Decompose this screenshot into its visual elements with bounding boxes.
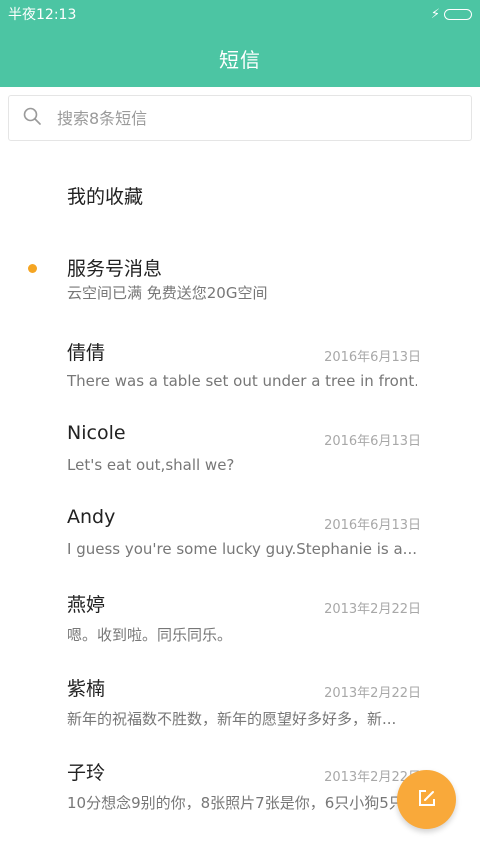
- search-icon: [23, 107, 41, 129]
- conversation-name: 紫楠: [67, 678, 106, 700]
- list-item-service-messages[interactable]: 服务号消息 云空间已满 免费送您20G空间: [0, 238, 480, 322]
- conversation-name: Andy: [67, 506, 116, 528]
- conversation-name: 服务号消息: [67, 258, 163, 280]
- conversation-name: 子玲: [67, 762, 106, 784]
- battery-icon: [444, 8, 472, 20]
- app-header: 半夜12:13 ⚡︎ 短信: [0, 0, 480, 87]
- status-icons: ⚡︎: [431, 8, 472, 21]
- conversation-preview: 嗯。收到啦。同乐同乐。: [67, 626, 233, 644]
- conversation-date: 2016年6月13日: [324, 518, 421, 533]
- conversation-name: Nicole: [67, 422, 126, 444]
- list-item[interactable]: Andy 2016年6月13日 I guess you're some luck…: [0, 490, 480, 574]
- conversation-name: 我的收藏: [67, 186, 144, 208]
- page-title: 短信: [219, 48, 261, 72]
- conversation-date: 2016年6月13日: [324, 434, 421, 449]
- conversation-name: 燕婷: [67, 594, 106, 616]
- search-input[interactable]: [55, 107, 439, 129]
- list-item[interactable]: Nicole 2016年6月13日 Let's eat out,shall we…: [0, 406, 480, 490]
- list-item[interactable]: 紫楠 2013年2月22日 新年的祝福数不胜数，新年的愿望好多好多，新...: [0, 658, 480, 742]
- conversation-date: 2013年2月22日: [324, 686, 421, 701]
- list-item[interactable]: 燕婷 2013年2月22日 嗯。收到啦。同乐同乐。: [0, 574, 480, 658]
- conversation-name: 倩倩: [67, 342, 106, 364]
- status-bar: 半夜12:13 ⚡︎: [0, 0, 480, 28]
- list-item[interactable]: 倩倩 2016年6月13日 There was a table set out …: [0, 322, 480, 406]
- conversation-preview: Let's eat out,shall we?: [67, 456, 235, 474]
- conversation-preview: 云空间已满 免费送您20G空间: [67, 284, 268, 302]
- conversation-preview: I guess you're some lucky guy.Stephanie …: [67, 540, 417, 558]
- conversation-preview: There was a table set out under a tree i…: [67, 372, 417, 390]
- status-time: 半夜12:13: [8, 7, 77, 23]
- compose-button[interactable]: [397, 770, 456, 829]
- conversation-date: 2016年6月13日: [324, 350, 421, 365]
- conversation-preview: 10分想念9别的你，8张照片7张是你，6只小狗5只: [67, 794, 404, 812]
- unread-dot: [28, 264, 37, 273]
- bolt-icon: ⚡︎: [430, 6, 440, 22]
- conversation-date: 2013年2月22日: [324, 602, 421, 617]
- conversation-preview: 新年的祝福数不胜数，新年的愿望好多好多，新...: [67, 710, 397, 728]
- compose-icon: [417, 788, 437, 812]
- list-item-favorites[interactable]: 我的收藏: [0, 154, 480, 238]
- search-bar[interactable]: [8, 95, 472, 141]
